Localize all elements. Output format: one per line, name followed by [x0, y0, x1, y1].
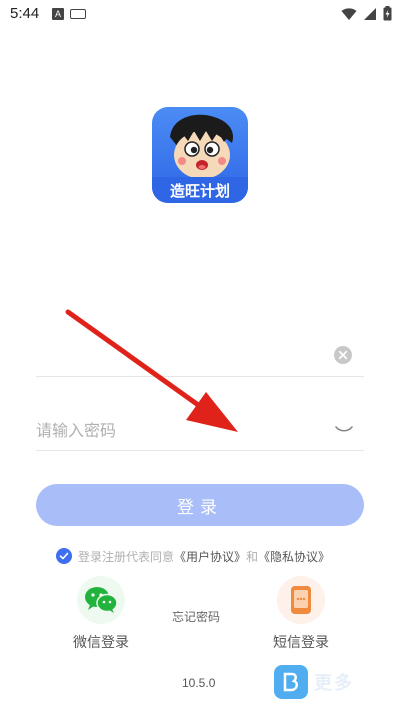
status-notification-icons: A: [52, 8, 86, 20]
sms-login-button[interactable]: 短信登录: [266, 576, 336, 652]
password-input[interactable]: [36, 414, 316, 446]
wechat-login-label: 微信登录: [73, 635, 129, 651]
signal-icon: [364, 7, 376, 20]
keyboard-icon: [70, 9, 86, 19]
user-agreement-link[interactable]: 《用户协议》: [174, 548, 246, 565]
username-field: [36, 336, 364, 377]
status-bar: 5:44 A: [0, 0, 400, 28]
agreement-checkbox[interactable]: [56, 548, 72, 564]
app-notification-icon: A: [52, 8, 64, 20]
login-button[interactable]: 登录: [36, 484, 364, 526]
privacy-policy-link[interactable]: 《隐私协议》: [258, 548, 330, 565]
password-field: [36, 410, 364, 451]
phone-icon: [291, 586, 311, 614]
logo-text: 造旺计划: [170, 182, 230, 200]
status-time: 5:44: [10, 5, 40, 22]
clear-icon[interactable]: [334, 346, 352, 364]
sms-circle: [277, 576, 325, 624]
agreement-text: 登录注册代表同意: [78, 549, 175, 564]
wechat-login-button[interactable]: 微信登录: [66, 576, 136, 652]
wechat-circle: [77, 576, 125, 624]
battery-icon: [383, 6, 392, 21]
forgot-password-link[interactable]: 忘记密码: [172, 608, 220, 625]
watermark: 更多: [274, 664, 394, 700]
status-system-icons: [341, 6, 392, 21]
wifi-icon: [341, 7, 357, 20]
check-icon: [59, 552, 69, 560]
app-logo: 造旺计划: [152, 107, 248, 203]
watermark-logo-icon: [274, 665, 308, 699]
agreement-and: 和: [246, 549, 259, 564]
watermark-text: 更多: [314, 673, 354, 694]
sms-login-label: 短信登录: [273, 635, 329, 651]
app-version: 10.5.0: [182, 676, 216, 690]
agreement-row: 登录注册代表同意 《用户协议》 和 《隐私协议》: [56, 546, 330, 566]
eye-closed-icon[interactable]: [334, 420, 354, 436]
wechat-icon: [85, 587, 118, 613]
username-input[interactable]: [36, 340, 316, 372]
